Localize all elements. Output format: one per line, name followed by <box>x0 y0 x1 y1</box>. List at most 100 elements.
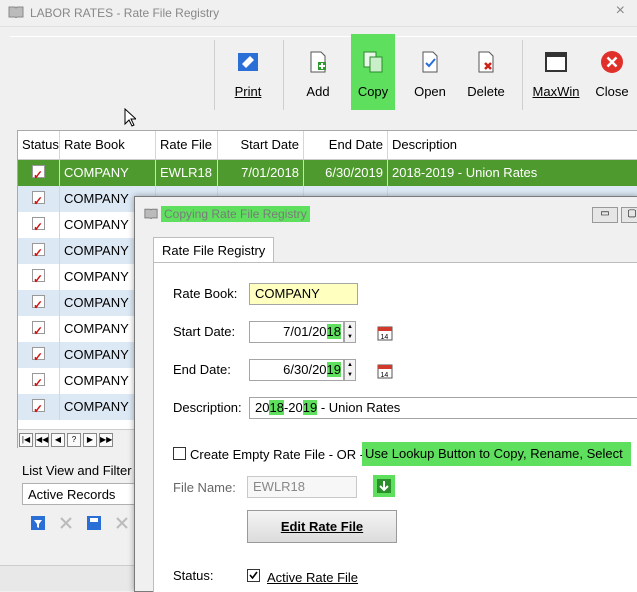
file-name-label: File Name: <box>173 480 236 495</box>
column-description[interactable]: Description <box>388 131 637 159</box>
restore-icon[interactable]: ▢ <box>621 207 637 223</box>
toolbar-separator <box>522 40 523 110</box>
dialog-title-bar: Copying Rate File Registry ▭ ▢ <box>135 197 637 231</box>
filter-reset-icon[interactable] <box>114 515 130 531</box>
delete-label: Delete <box>467 84 505 99</box>
grid-header: Status Rate Book Rate File Start Date En… <box>18 131 637 160</box>
rate-file-cell: EWLR18 <box>156 160 218 186</box>
find-record-button[interactable]: ? <box>67 433 81 447</box>
status-checkbox[interactable] <box>32 214 45 238</box>
start-date-label: Start Date: <box>173 324 236 339</box>
create-empty-label: Create Empty Rate File - OR - <box>190 447 365 462</box>
tab-rate-file-registry[interactable]: Rate File Registry <box>153 237 275 263</box>
prev-record-button[interactable]: ◀ <box>51 433 65 447</box>
status-checkbox[interactable] <box>32 292 45 316</box>
first-record-button[interactable]: |◀ <box>19 433 33 447</box>
prev-page-button[interactable]: ◀◀ <box>35 433 49 447</box>
next-record-button[interactable]: ▶ <box>83 433 97 447</box>
status-label: Status: <box>173 568 214 583</box>
dialog-title: Copying Rate File Registry <box>161 206 310 222</box>
lookup-arrow-icon <box>377 479 391 493</box>
create-empty-checkbox[interactable] <box>173 447 186 460</box>
copy-button[interactable]: Copy <box>351 34 395 110</box>
rate-book-cell: COMPANY <box>60 160 156 186</box>
end-date-label: End Date: <box>173 362 231 377</box>
end-date-cell: 6/30/2019 <box>304 160 388 186</box>
edit-rate-file-button[interactable]: Edit Rate File <box>247 510 397 543</box>
window-close-icon[interactable]: × <box>616 2 625 20</box>
status-checkbox[interactable] <box>32 396 45 420</box>
next-page-button[interactable]: ▶▶ <box>99 433 113 447</box>
copy-dialog: Copying Rate File Registry ▭ ▢ Rate File… <box>134 196 637 592</box>
main-title-bar: LABOR RATES - Rate File Registry × <box>0 0 637 27</box>
start-date-cell: 7/01/2018 <box>218 160 304 186</box>
filter-apply-icon[interactable] <box>30 515 46 531</box>
calendar-icon[interactable]: 14 <box>377 325 393 341</box>
file-name-field[interactable]: EWLR18 <box>247 476 357 498</box>
start-date-field[interactable]: 7/01/2018 <box>249 321 344 343</box>
add-label: Add <box>306 84 330 99</box>
end-date-spinner[interactable]: ▲ ▼ <box>344 359 356 381</box>
toolbar-separator <box>214 40 215 110</box>
open-button[interactable]: Open <box>401 36 459 110</box>
description-field[interactable]: 2018-2019 - Union Rates <box>249 397 637 419</box>
print-button[interactable]: Print <box>219 36 277 110</box>
svg-text:14: 14 <box>381 334 389 341</box>
add-button[interactable]: Add <box>289 36 347 110</box>
status-cell[interactable] <box>18 290 60 316</box>
maxwin-label: MaxWin <box>532 84 580 99</box>
status-cell[interactable] <box>18 186 60 212</box>
status-cell[interactable] <box>18 368 60 394</box>
status-checkbox[interactable] <box>32 240 45 264</box>
end-date-field[interactable]: 6/30/2019 <box>249 359 344 381</box>
description-label: Description: <box>173 400 242 415</box>
minimize-icon[interactable]: ▭ <box>592 207 618 223</box>
toolbar-separator <box>283 40 284 110</box>
copy-label: Copy <box>357 84 389 99</box>
add-document-icon <box>310 51 326 73</box>
table-row[interactable]: COMPANY EWLR18 7/01/2018 6/30/2019 2018-… <box>18 160 637 187</box>
active-label: Active Rate File <box>267 570 359 585</box>
calendar-icon[interactable]: 14 <box>377 363 393 379</box>
checkmark-icon <box>249 571 258 580</box>
status-cell[interactable] <box>18 342 60 368</box>
rate-book-field[interactable]: COMPANY <box>249 283 358 305</box>
status-cell[interactable] <box>18 394 60 420</box>
svg-text:14: 14 <box>381 372 389 379</box>
status-checkbox[interactable] <box>32 188 45 212</box>
lookup-button[interactable] <box>373 475 395 497</box>
status-cell[interactable] <box>18 316 60 342</box>
status-checkbox[interactable] <box>32 370 45 394</box>
filter-clear-icon[interactable] <box>58 515 74 531</box>
filter-select[interactable]: Active Records <box>22 483 142 505</box>
rate-book-label: Rate Book: <box>173 286 238 301</box>
active-checkbox[interactable] <box>247 569 260 582</box>
lookup-hint: Use Lookup Button to Copy, Rename, Selec… <box>362 442 631 466</box>
column-start-date[interactable]: Start Date <box>218 131 304 159</box>
status-checkbox[interactable] <box>32 344 45 368</box>
status-checkbox[interactable] <box>32 318 45 342</box>
delete-button[interactable]: Delete <box>457 36 515 110</box>
status-cell[interactable] <box>18 160 60 186</box>
close-button[interactable]: Close <box>583 36 637 110</box>
status-cell[interactable] <box>18 238 60 264</box>
column-rate-file[interactable]: Rate File <box>156 131 218 159</box>
maxwin-button[interactable]: MaxWin <box>527 36 585 110</box>
column-end-date[interactable]: End Date <box>304 131 388 159</box>
close-circle-icon <box>601 51 623 73</box>
filter-save-icon[interactable] <box>86 515 102 531</box>
column-status[interactable]: Status <box>18 131 60 159</box>
status-cell[interactable] <box>18 212 60 238</box>
open-document-icon <box>422 51 438 73</box>
book-icon <box>144 208 158 219</box>
status-checkbox[interactable] <box>32 162 45 186</box>
mouse-cursor-icon <box>124 108 136 127</box>
print-icon <box>238 53 258 71</box>
column-rate-book[interactable]: Rate Book <box>60 131 156 159</box>
status-checkbox[interactable] <box>32 266 45 290</box>
start-date-spinner[interactable]: ▲ ▼ <box>344 321 356 343</box>
status-cell[interactable] <box>18 264 60 290</box>
book-icon <box>8 6 24 18</box>
copy-icon <box>363 51 383 73</box>
close-label: Close <box>595 84 629 99</box>
